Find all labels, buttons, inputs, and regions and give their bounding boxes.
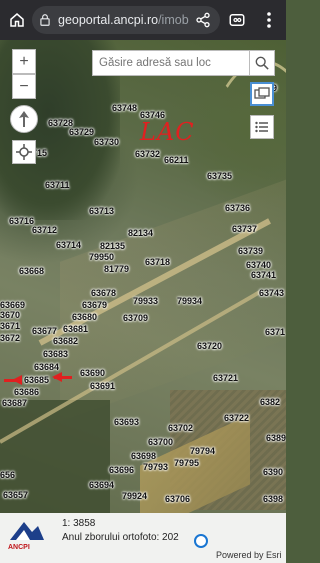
compass-button[interactable] <box>10 105 38 133</box>
parcel-label[interactable]: 63685 <box>24 375 49 385</box>
parcel-label[interactable]: 63669 <box>0 300 25 310</box>
parcel-label[interactable]: 3672 <box>0 333 20 343</box>
parcel-label[interactable]: 63729 <box>69 127 94 137</box>
zoom-in-button[interactable]: + <box>12 49 36 74</box>
parcel-label[interactable]: 63740 <box>246 260 271 270</box>
layers-button[interactable] <box>250 82 274 106</box>
zoom-out-button[interactable]: − <box>12 74 36 99</box>
parcel-label[interactable]: 63681 <box>63 324 88 334</box>
parcel-label[interactable]: 79924 <box>122 491 147 501</box>
powered-by-esri[interactable]: Powered by Esri <box>216 550 282 560</box>
parcel-label[interactable]: 3670 <box>0 310 20 320</box>
parcel-label[interactable]: 63722 <box>224 413 249 423</box>
locate-icon <box>16 144 32 160</box>
parcel-label[interactable]: 81779 <box>104 264 129 274</box>
parcel-label[interactable]: 6371 <box>265 327 285 337</box>
parcel-label[interactable]: 63696 <box>109 465 134 475</box>
parcel-label[interactable]: 79950 <box>89 252 114 262</box>
parcel-label[interactable]: 63741 <box>251 270 276 280</box>
parcel-label[interactable]: 63718 <box>145 257 170 267</box>
parcel-label[interactable]: 63691 <box>90 381 115 391</box>
parcel-label[interactable]: 63712 <box>32 225 57 235</box>
parcel-label[interactable]: 63721 <box>213 373 238 383</box>
scale-label: 1: 3858 <box>62 518 96 529</box>
handwritten-annotation: LAC <box>140 118 195 146</box>
parcel-label[interactable]: 63687 <box>2 398 27 408</box>
search-icon <box>255 56 269 70</box>
parcel-label[interactable]: 6398 <box>263 494 283 504</box>
more-vert-icon[interactable] <box>254 5 284 35</box>
parcel-label[interactable]: 63709 <box>123 313 148 323</box>
parcel-label[interactable]: 63716 <box>9 216 34 226</box>
share-icon[interactable] <box>188 5 218 35</box>
parcel-label[interactable]: 63711 <box>45 180 70 190</box>
red-arrowhead-right <box>52 372 62 382</box>
parcel-label[interactable]: 6382 <box>260 397 280 407</box>
north-arrow-icon <box>19 111 29 127</box>
parcel-label[interactable]: 63713 <box>89 206 114 216</box>
home-icon[interactable] <box>2 5 32 35</box>
url-path: /imob <box>158 13 189 27</box>
parcel-label[interactable]: 63743 <box>259 288 284 298</box>
parcel-label[interactable]: 656 <box>0 470 15 480</box>
parcel-label[interactable]: 6390 <box>263 467 283 477</box>
parcel-label[interactable]: 63679 <box>82 300 107 310</box>
parcel-label[interactable]: 63690 <box>80 368 105 378</box>
parcel-label[interactable]: 63693 <box>114 417 139 427</box>
parcel-label[interactable]: 63683 <box>43 349 68 359</box>
legend-button[interactable] <box>250 115 274 139</box>
parcel-label[interactable]: 79795 <box>174 458 199 468</box>
parcel-label[interactable]: 63739 <box>238 246 263 256</box>
parcel-label[interactable]: 63735 <box>207 171 232 181</box>
tab-switcher-icon[interactable] <box>222 5 252 35</box>
parcel-label[interactable]: 63714 <box>56 240 81 250</box>
ortho-year-slider-handle[interactable] <box>194 534 208 548</box>
parcel-label[interactable]: 66211 <box>164 155 189 165</box>
ancpi-logo: ANCPI <box>6 518 56 560</box>
parcel-label[interactable]: 63694 <box>89 480 114 490</box>
parcel-label[interactable]: 63748 <box>112 103 137 113</box>
parcel-label[interactable]: 79933 <box>133 296 158 306</box>
parcel-label[interactable]: 79794 <box>190 446 215 456</box>
red-arrowhead-left <box>12 375 22 385</box>
basemap-icon <box>254 87 270 99</box>
parcel-label[interactable]: 63702 <box>168 423 193 433</box>
address-search-box[interactable] <box>92 50 251 76</box>
parcel-label[interactable]: 63680 <box>72 312 97 322</box>
parcel-label[interactable]: 63732 <box>135 149 160 159</box>
parcel-label[interactable]: 63706 <box>165 494 190 504</box>
locate-button[interactable] <box>12 140 36 164</box>
parcel-label[interactable]: 3671 <box>0 321 20 331</box>
parcel-label[interactable]: 63668 <box>19 266 44 276</box>
parcel-label[interactable]: 63686 <box>14 387 39 397</box>
parcel-label[interactable]: 79934 <box>177 296 202 306</box>
parcel-label[interactable]: 63698 <box>131 451 156 461</box>
parcel-label[interactable]: 63720 <box>197 341 222 351</box>
url-text: geoportal.ancpi.ro/imob <box>58 13 189 27</box>
map-view[interactable]: 63746 63748 63728 63729 63730 715 63732 … <box>0 40 286 513</box>
search-button[interactable] <box>249 50 275 76</box>
browser-toolbar: geoportal.ancpi.ro/imob <box>0 0 286 40</box>
logo-text: ANCPI <box>8 544 30 551</box>
url-host: geoportal.ancpi.ro <box>58 13 159 27</box>
parcel-label[interactable]: 82135 <box>100 241 125 251</box>
parcel-label[interactable]: 79793 <box>143 462 168 472</box>
parcel-label[interactable]: 63657 <box>3 490 28 500</box>
parcel-label[interactable]: 63736 <box>225 203 250 213</box>
parcel-label[interactable]: 63700 <box>148 437 173 447</box>
parcel-label[interactable]: 82134 <box>128 228 153 238</box>
parcel-label[interactable]: 6389 <box>266 433 286 443</box>
parcel-label[interactable]: 63677 <box>32 326 57 336</box>
parcel-label[interactable]: 63730 <box>94 137 119 147</box>
parcel-label[interactable]: 63678 <box>91 288 116 298</box>
parcel-label[interactable]: 63737 <box>232 224 257 234</box>
parcel-label[interactable]: 63682 <box>53 336 78 346</box>
site-info-icon[interactable] <box>38 13 52 27</box>
list-icon <box>255 121 268 133</box>
ortho-year-label: Anul zborului ortofoto: 202 <box>62 532 179 543</box>
address-search-input[interactable] <box>93 56 251 70</box>
